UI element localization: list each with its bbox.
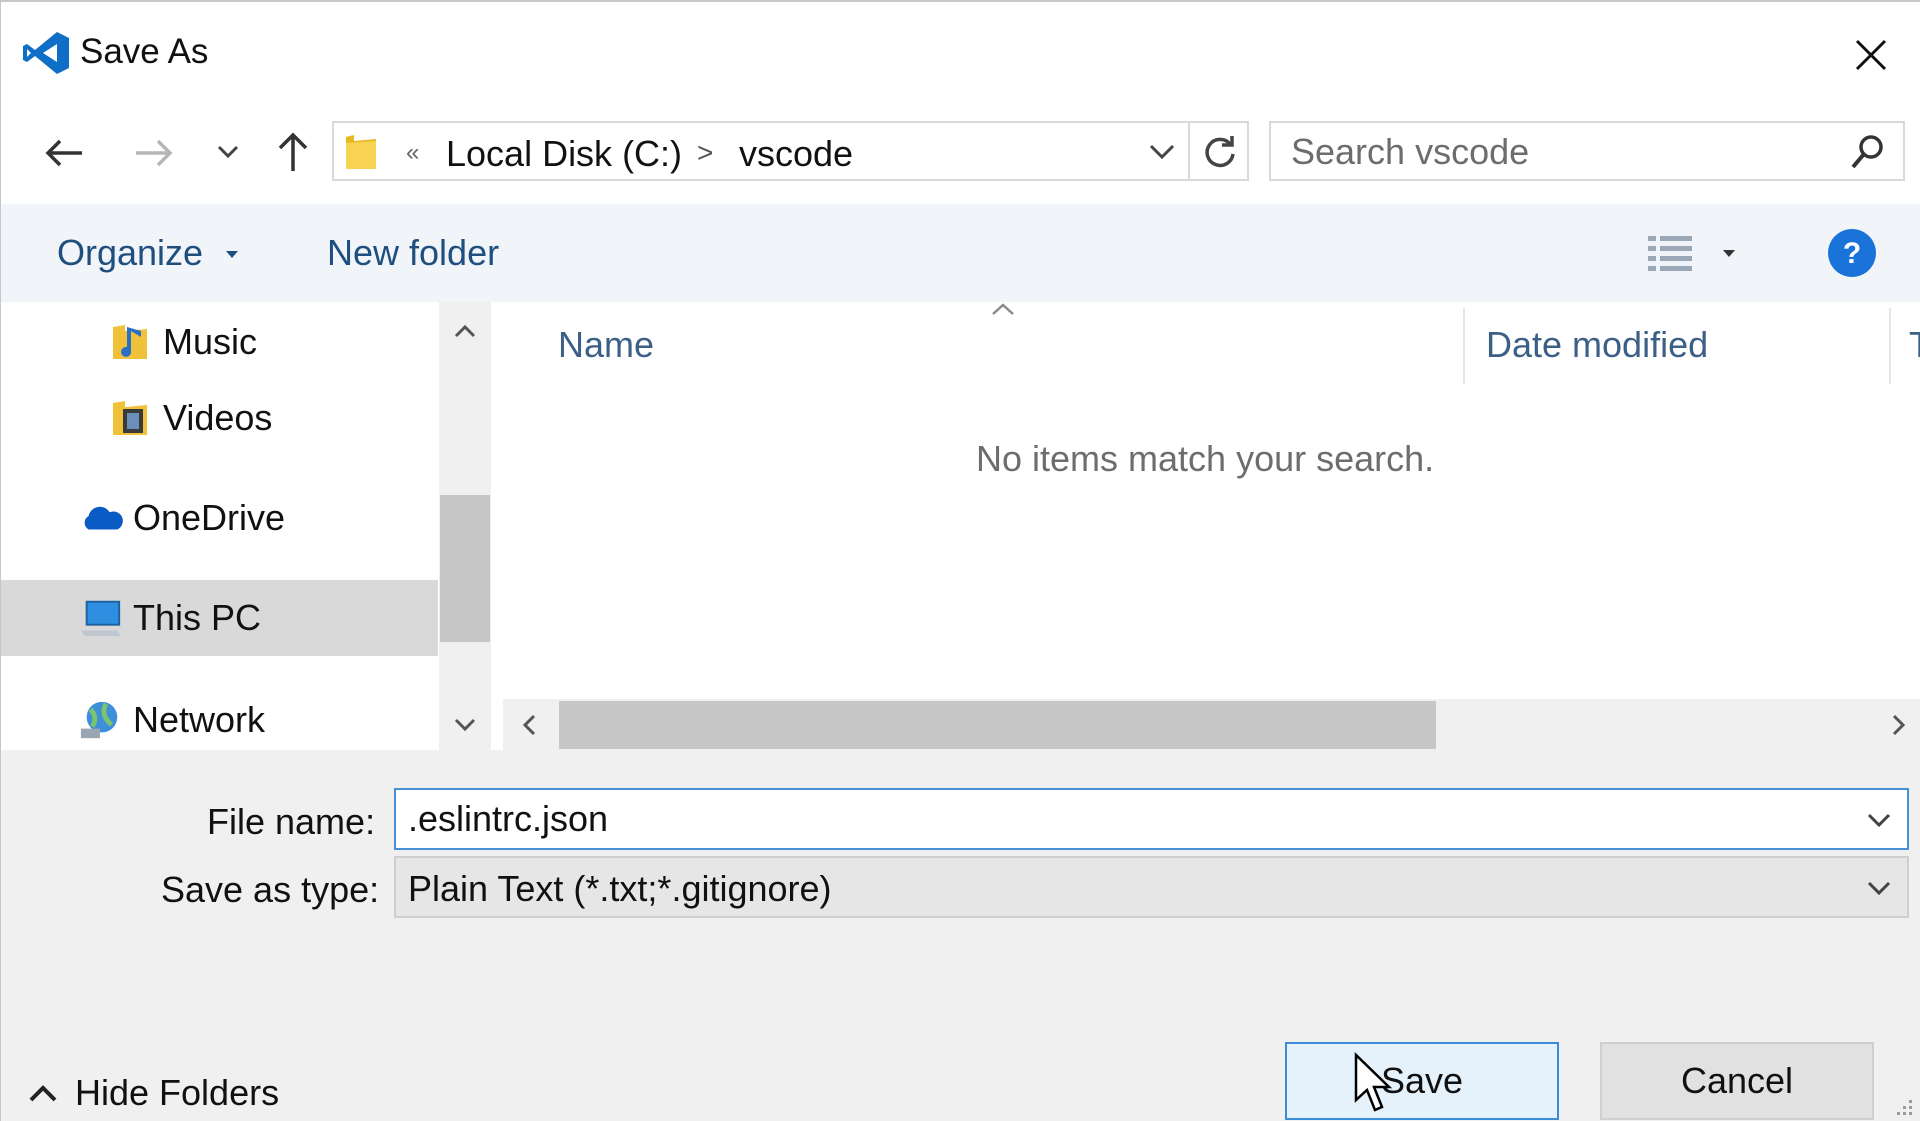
column-header-name[interactable]: Name [558, 324, 654, 366]
nav-item-videos[interactable]: Videos [1, 380, 438, 456]
breadcrumb-separator[interactable]: > [697, 137, 713, 169]
nav-item-label: This PC [133, 597, 262, 638]
breadcrumb-local-disk[interactable]: Local Disk (C:) [446, 133, 682, 175]
save-as-type-select[interactable]: Plain Text (*.txt;*.gitignore) [394, 856, 1909, 918]
save-button[interactable]: Save [1285, 1042, 1559, 1120]
caret-down-icon [226, 251, 239, 259]
navigation-pane: Music Videos OneDrive This PC Network [1, 302, 438, 750]
chevron-up-icon [29, 1085, 57, 1102]
close-icon [1855, 39, 1887, 71]
file-list-scroll-thumb[interactable] [559, 701, 1436, 749]
save-as-type-value: Plain Text (*.txt;*.gitignore) [408, 868, 832, 909]
caret-down-icon [1723, 250, 1735, 257]
column-divider [1889, 308, 1891, 384]
nav-item-label: Network [133, 699, 266, 740]
column-header-date-modified[interactable]: Date modified [1486, 324, 1708, 366]
nav-item-network[interactable]: Network [1, 682, 438, 750]
breadcrumb-vscode[interactable]: vscode [739, 133, 853, 175]
nav-item-label: Music [163, 321, 258, 362]
nav-item-label: OneDrive [133, 497, 286, 538]
mouse-cursor-icon [1353, 1052, 1393, 1114]
change-view-button[interactable] [1646, 228, 1746, 280]
chevron-down-icon [1867, 881, 1891, 896]
help-icon: ? [1828, 229, 1876, 277]
nav-item-onedrive[interactable]: OneDrive [1, 480, 438, 556]
save-as-dialog: Save As « Local Disk (C:) > vscode Searc… [0, 0, 1920, 1121]
search-input[interactable] [1289, 129, 1833, 175]
search-icon [1849, 133, 1885, 171]
nav-item-music[interactable]: Music [1, 304, 438, 380]
cancel-button[interactable]: Cancel [1600, 1042, 1874, 1120]
overflow-marker[interactable]: « [406, 139, 419, 167]
arrow-up-icon [278, 132, 308, 171]
sort-ascending-icon [989, 300, 1017, 318]
address-dropdown-button[interactable] [1142, 131, 1182, 173]
network-icon [79, 698, 123, 742]
nav-pane-scroll-thumb[interactable] [440, 495, 490, 642]
chevron-down-icon[interactable] [1861, 802, 1897, 838]
column-divider [1463, 308, 1465, 384]
save-as-type-label: Save as type: [161, 869, 380, 910]
file-name-combobox[interactable] [394, 788, 1909, 850]
chevron-down-icon [217, 145, 239, 159]
arrow-left-icon [45, 139, 82, 167]
videos-folder-icon [109, 396, 153, 440]
chevron-left-icon [522, 714, 536, 736]
address-bar[interactable]: « Local Disk (C:) > vscode [332, 121, 1249, 181]
empty-message: No items match your search. [976, 438, 1435, 479]
column-header-type[interactable]: T [1909, 324, 1920, 366]
file-name-input[interactable] [408, 797, 1808, 841]
organize-button[interactable]: Organize [57, 232, 239, 274]
hide-folders-button[interactable]: Hide Folders [27, 1070, 279, 1116]
close-button[interactable] [1831, 20, 1911, 90]
vscode-logo-icon [21, 30, 71, 76]
chevron-up-icon [454, 324, 476, 338]
scroll-left-button[interactable] [515, 709, 545, 741]
arrow-right-icon [136, 139, 173, 167]
up-button[interactable] [269, 126, 317, 178]
resize-grip-icon[interactable] [1891, 1094, 1915, 1118]
hide-folders-label: Hide Folders [75, 1072, 280, 1113]
file-name-label: File name: [207, 801, 376, 842]
onedrive-icon [79, 496, 123, 540]
help-button[interactable]: ? [1827, 228, 1877, 278]
address-divider [1188, 123, 1190, 179]
nav-item-label: Videos [163, 397, 273, 438]
forward-button[interactable] [129, 128, 179, 178]
this-pc-icon [79, 596, 123, 640]
dialog-title: Save As [80, 32, 209, 71]
scroll-down-button[interactable] [449, 710, 481, 740]
details-view-icon [1648, 236, 1692, 271]
organize-label: Organize [57, 232, 204, 273]
scroll-right-button[interactable] [1883, 709, 1913, 741]
new-folder-button[interactable]: New folder [327, 232, 499, 274]
chevron-down-icon [1149, 144, 1175, 160]
nav-item-this-pc[interactable]: This PC [1, 580, 438, 656]
refresh-button[interactable] [1194, 127, 1246, 177]
music-folder-icon [109, 320, 153, 364]
recent-locations-button[interactable] [211, 132, 245, 172]
search-box[interactable] [1269, 121, 1905, 181]
back-button[interactable] [39, 128, 89, 178]
chevron-down-icon [454, 718, 476, 732]
command-bar [1, 204, 1920, 302]
svg-text:?: ? [1843, 237, 1861, 270]
folder-icon [344, 133, 378, 171]
refresh-icon [1205, 136, 1235, 168]
chevron-right-icon [1892, 714, 1906, 736]
scroll-up-button[interactable] [449, 316, 481, 346]
